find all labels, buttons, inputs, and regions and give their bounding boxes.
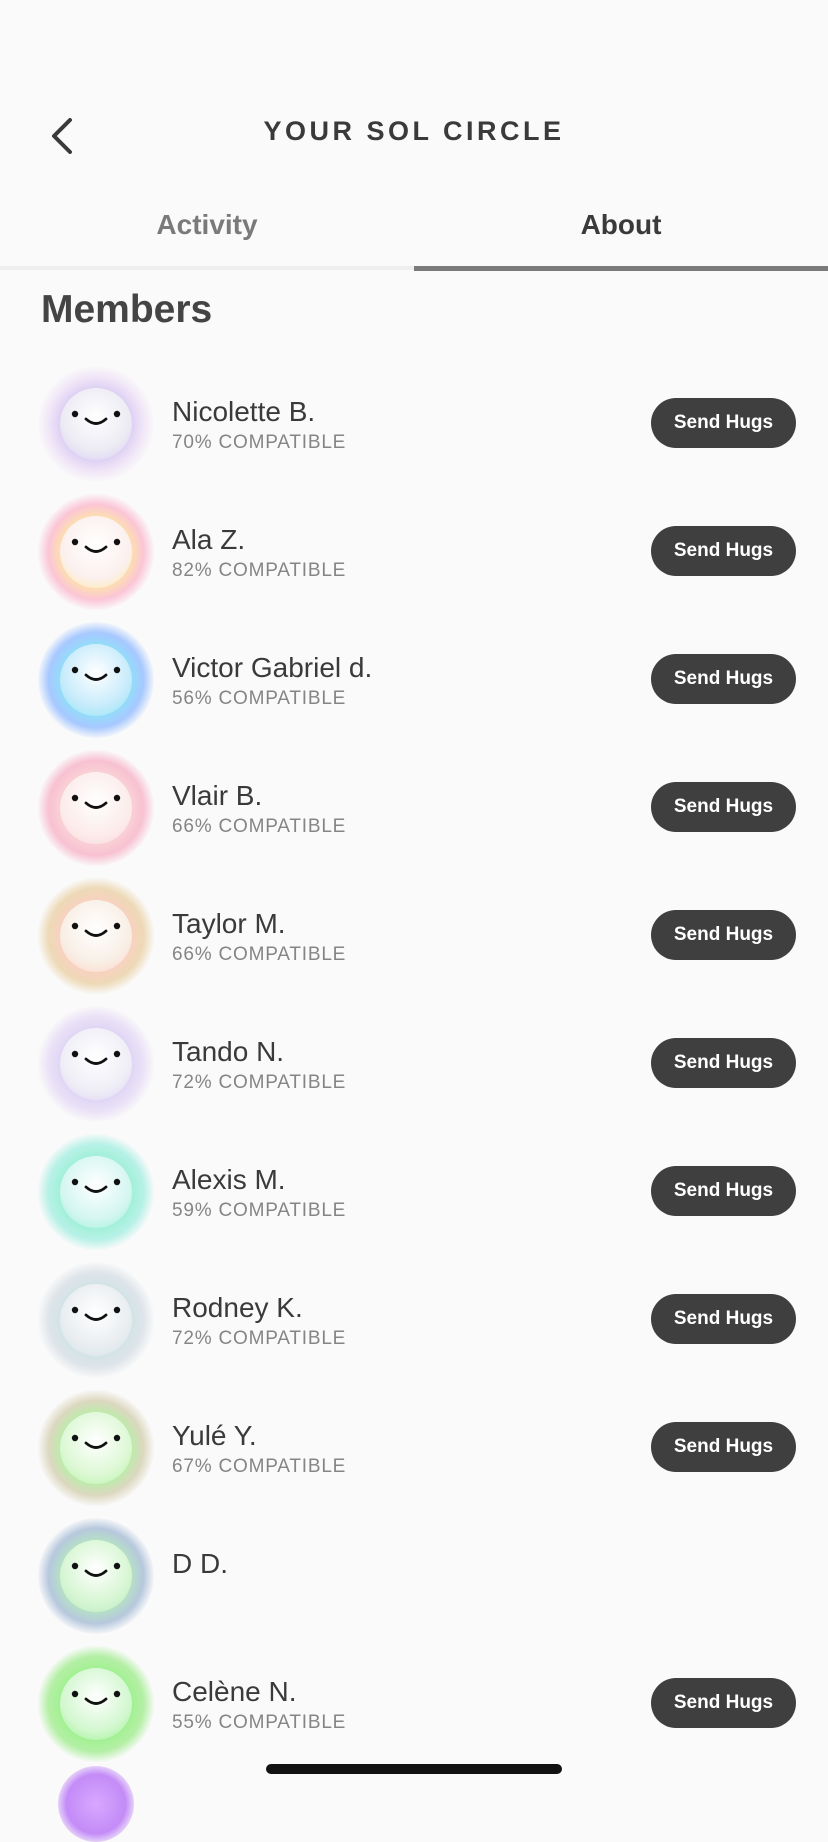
tab-about[interactable]: About <box>414 196 828 270</box>
member-row[interactable]: Yulé Y. 67% COMPATIBLE Send Hugs <box>0 1384 828 1512</box>
member-name: Vlair B. <box>172 780 263 811</box>
member-name: Celène N. <box>172 1676 297 1707</box>
avatar <box>38 1006 154 1122</box>
smiley-face-icon <box>71 538 121 553</box>
compatibility-label: 59% COMPATIBLE <box>172 1200 347 1221</box>
active-tab-indicator <box>414 266 828 271</box>
member-name: Alexis M. <box>172 1164 286 1195</box>
avatar <box>38 878 154 994</box>
member-row[interactable]: Celène N. 55% COMPATIBLE Send Hugs <box>0 1640 828 1768</box>
smiley-face-icon <box>71 1690 121 1705</box>
smiley-face-icon <box>71 666 121 681</box>
avatar <box>38 1134 154 1250</box>
tab-activity[interactable]: Activity <box>0 196 414 270</box>
avatar <box>38 1390 154 1506</box>
compatibility-label: 70% COMPATIBLE <box>172 432 347 453</box>
send-hugs-button[interactable]: Send Hugs <box>651 526 796 576</box>
member-row[interactable]: D D. <box>0 1512 828 1640</box>
smiley-face-icon <box>71 794 121 809</box>
member-name: Yulé Y. <box>172 1420 257 1451</box>
send-hugs-button[interactable]: Send Hugs <box>651 1038 796 1088</box>
compatibility-label: 72% COMPATIBLE <box>172 1328 347 1349</box>
compatibility-label: 82% COMPATIBLE <box>172 560 347 581</box>
compatibility-label: 66% COMPATIBLE <box>172 816 347 837</box>
send-hugs-button[interactable]: Send Hugs <box>651 910 796 960</box>
member-row[interactable]: Victor Gabriel d. 56% COMPATIBLE Send Hugs <box>0 616 828 744</box>
member-name: Ala Z. <box>172 524 246 555</box>
home-indicator <box>266 1764 562 1774</box>
member-name: Victor Gabriel d. <box>172 652 373 683</box>
avatar <box>38 1646 154 1762</box>
page-title: YOUR SOL CIRCLE <box>263 116 565 146</box>
send-hugs-button[interactable]: Send Hugs <box>651 1166 796 1216</box>
members-section-title: Members <box>41 288 213 331</box>
send-hugs-button[interactable]: Send Hugs <box>651 1678 796 1728</box>
member-row[interactable]: Vlair B. 66% COMPATIBLE Send Hugs <box>0 744 828 872</box>
member-row[interactable]: Nicolette B. 70% COMPATIBLE Send Hugs <box>0 360 828 488</box>
member-name: Nicolette B. <box>172 396 316 427</box>
smiley-face-icon <box>71 1050 121 1065</box>
send-hugs-button[interactable]: Send Hugs <box>651 782 796 832</box>
member-name: D D. <box>172 1548 228 1579</box>
send-hugs-button[interactable]: Send Hugs <box>651 654 796 704</box>
avatar <box>38 750 154 866</box>
member-name: Taylor M. <box>172 908 286 939</box>
members-list: Nicolette B. 70% COMPATIBLE Send Hugs Ala Z… <box>0 360 828 1768</box>
avatar <box>38 622 154 738</box>
member-name: Tando N. <box>172 1036 285 1067</box>
tab-bar: Activity About <box>0 196 828 270</box>
avatar <box>38 494 154 610</box>
smiley-face-icon <box>71 1178 121 1193</box>
member-name: Rodney K. <box>172 1292 303 1323</box>
compatibility-label: 66% COMPATIBLE <box>172 944 347 965</box>
member-row[interactable]: Rodney K. 72% COMPATIBLE Send Hugs <box>0 1256 828 1384</box>
smiley-face-icon <box>71 410 121 425</box>
compatibility-label: 72% COMPATIBLE <box>172 1072 347 1093</box>
compatibility-label: 55% COMPATIBLE <box>172 1712 347 1733</box>
smiley-face-icon <box>71 1434 121 1449</box>
avatar <box>38 1518 154 1634</box>
smiley-face-icon <box>71 1306 121 1321</box>
member-row[interactable]: Alexis M. 59% COMPATIBLE Send Hugs <box>0 1128 828 1256</box>
avatar <box>38 1262 154 1378</box>
send-hugs-button[interactable]: Send Hugs <box>651 398 796 448</box>
member-row[interactable]: Ala Z. 82% COMPATIBLE Send Hugs <box>0 488 828 616</box>
member-row[interactable]: Taylor M. 66% COMPATIBLE Send Hugs <box>0 872 828 1000</box>
compatibility-label: 67% COMPATIBLE <box>172 1456 347 1477</box>
smiley-face-icon <box>71 1562 121 1577</box>
avatar <box>58 1766 134 1842</box>
compatibility-label: 56% COMPATIBLE <box>172 688 347 709</box>
member-row[interactable]: Tando N. 72% COMPATIBLE Send Hugs <box>0 1000 828 1128</box>
header: YOUR SOL CIRCLE Activity About <box>0 0 828 271</box>
send-hugs-button[interactable]: Send Hugs <box>651 1294 796 1344</box>
smiley-face-icon <box>71 922 121 937</box>
avatar <box>38 366 154 482</box>
send-hugs-button[interactable]: Send Hugs <box>651 1422 796 1472</box>
